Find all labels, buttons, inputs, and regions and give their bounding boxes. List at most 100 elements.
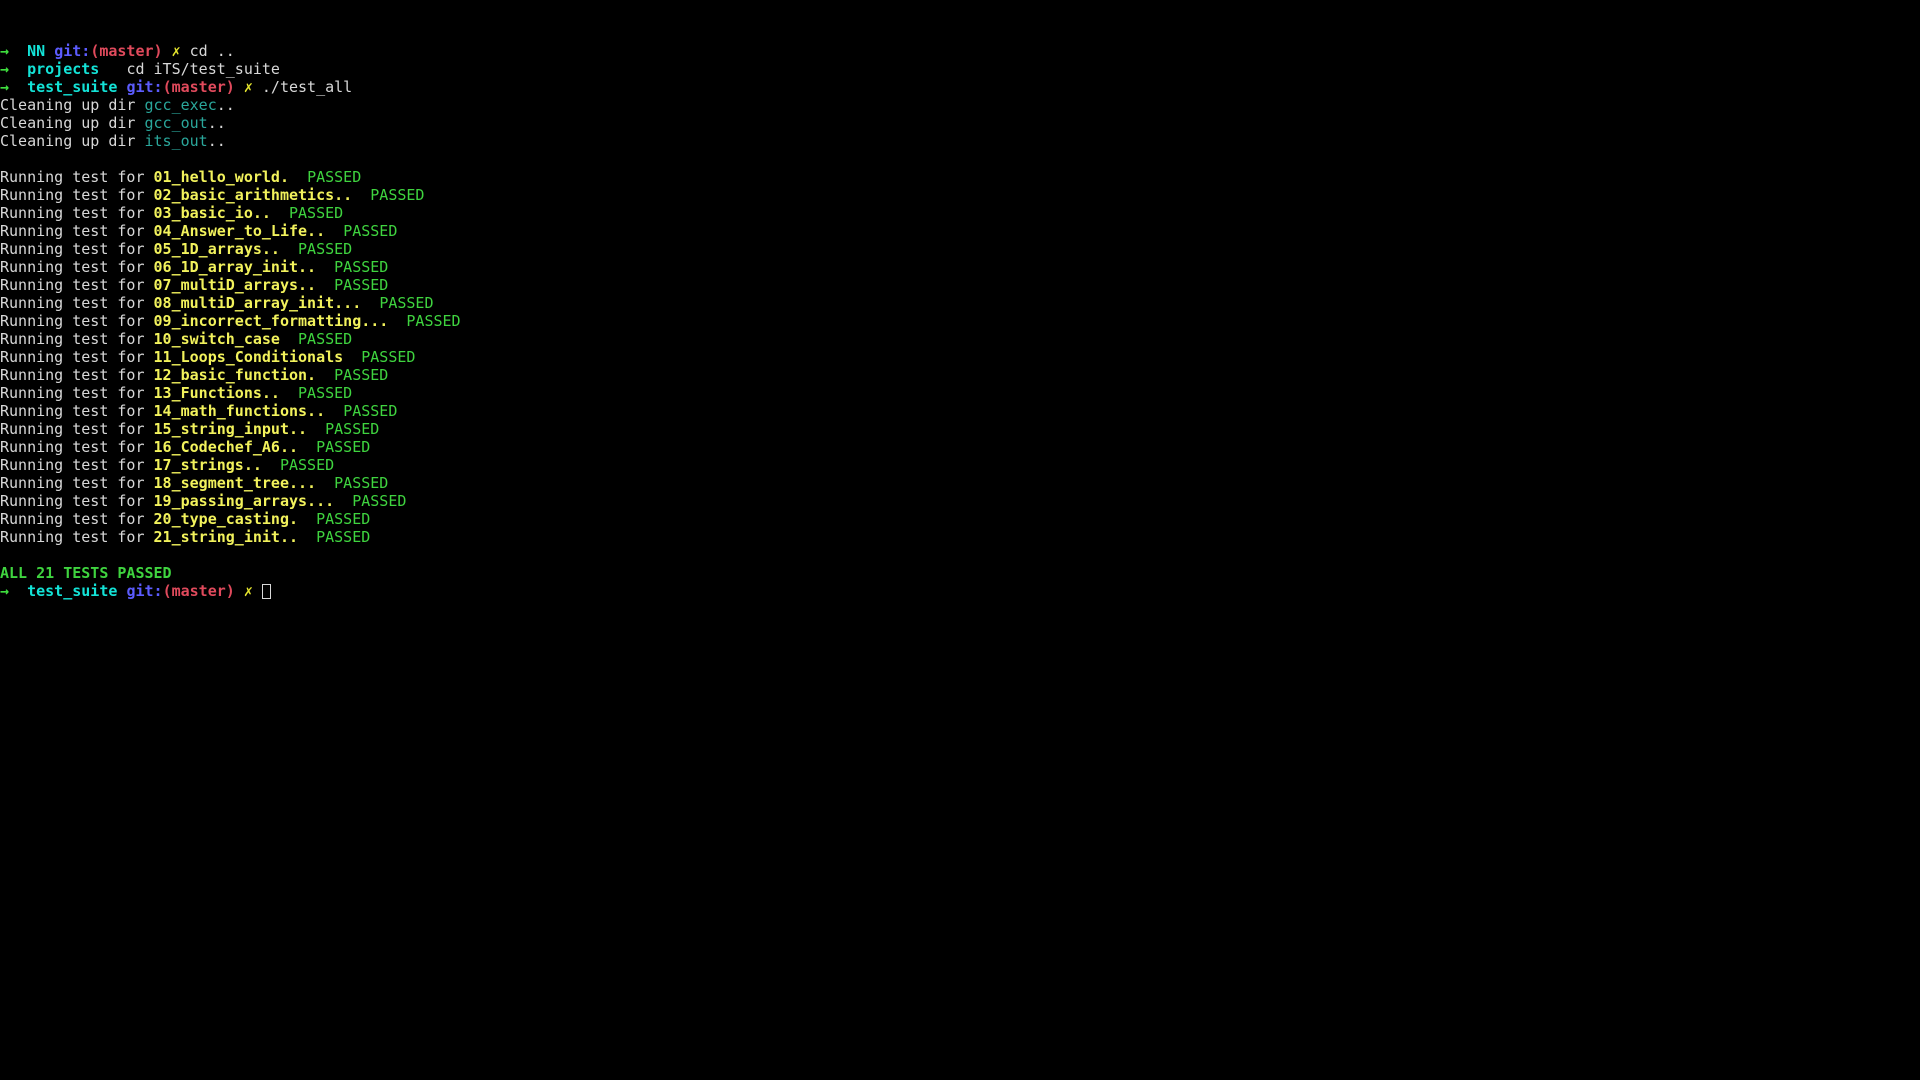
- test-name: 06_1D_array_init..: [153, 258, 317, 276]
- test-name: 08_multiD_array_init...: [153, 294, 362, 312]
- prompt-directory: NN: [27, 42, 46, 60]
- test-run-prefix: Running test for: [0, 366, 154, 384]
- test-status-badge: PASSED: [343, 402, 398, 420]
- terminal-output: → NN git:(master) ✗ cd .. → projects cd i…: [0, 42, 1920, 600]
- test-name: 03_basic_io..: [153, 204, 271, 222]
- cleanup-line: Cleaning up dir gcc_out..: [0, 114, 1920, 132]
- test-status-badge: PASSED: [406, 312, 461, 330]
- test-run-prefix: Running test for: [0, 528, 154, 546]
- test-status-badge: PASSED: [334, 366, 389, 384]
- test-name: 02_basic_arithmetics..: [153, 186, 353, 204]
- test-gap: [289, 168, 307, 186]
- test-name: 11_Loops_Conditionals: [153, 348, 344, 366]
- test-status-badge: PASSED: [343, 222, 398, 240]
- summary-text: ALL 21 TESTS PASSED: [0, 564, 172, 582]
- test-name: 13_Functions..: [153, 384, 280, 402]
- test-status-badge: PASSED: [334, 258, 389, 276]
- test-run-prefix: Running test for: [0, 240, 154, 258]
- test-gap: [343, 348, 361, 366]
- test-run-prefix: Running test for: [0, 402, 154, 420]
- test-gap: [361, 294, 379, 312]
- cleanup-suffix: ..: [207, 132, 226, 150]
- test-name: 05_1D_arrays..: [153, 240, 280, 258]
- test-result-row: Running test for 20_type_casting. PASSED: [0, 510, 1920, 528]
- test-status-badge: PASSED: [279, 456, 335, 474]
- test-run-prefix: Running test for: [0, 348, 154, 366]
- test-result-row: Running test for 05_1D_arrays.. PASSED: [0, 240, 1920, 258]
- test-result-row: Running test for 15_string_input.. PASSE…: [0, 420, 1920, 438]
- test-result-row: Running test for 09_incorrect_formatting…: [0, 312, 1920, 330]
- test-run-prefix: Running test for: [0, 312, 154, 330]
- test-result-row: Running test for 21_string_init.. PASSED: [0, 528, 1920, 546]
- prompt-arrow-icon: →: [0, 42, 10, 60]
- test-run-prefix: Running test for: [0, 384, 154, 402]
- test-gap: [316, 276, 334, 294]
- test-run-prefix: Running test for: [0, 204, 154, 222]
- test-name: 16_Codechef_A6..: [153, 438, 299, 456]
- test-result-row: Running test for 03_basic_io.. PASSED: [0, 204, 1920, 222]
- cleanup-prefix: Cleaning up dir: [0, 96, 145, 114]
- test-run-prefix: Running test for: [0, 492, 154, 510]
- cleanup-line: Cleaning up dir its_out..: [0, 132, 1920, 150]
- prompt-git-branch: (master): [90, 42, 163, 60]
- prompt-git-branch: (master): [162, 582, 235, 600]
- test-gap: [352, 186, 370, 204]
- command-text: cd iTS/test_suite: [126, 60, 280, 78]
- prompt-arrow-icon: →: [0, 582, 10, 600]
- cleanup-line: Cleaning up dir gcc_exec..: [0, 96, 1920, 114]
- terminal-window[interactable]: → NN git:(master) ✗ cd .. → projects cd i…: [0, 0, 1920, 1080]
- test-gap: [316, 366, 334, 384]
- prompt-arrow-icon: →: [0, 78, 10, 96]
- test-gap: [262, 456, 280, 474]
- prompt-git-keyword: git:: [54, 42, 91, 60]
- test-run-prefix: Running test for: [0, 258, 154, 276]
- test-gap: [325, 402, 343, 420]
- cleanup-prefix: Cleaning up dir: [0, 114, 145, 132]
- cleanup-suffix: ..: [207, 114, 226, 132]
- test-gap: [316, 258, 334, 276]
- cleanup-directory: gcc_out: [144, 114, 208, 132]
- test-gap: [298, 528, 316, 546]
- test-name: 19_passing_arrays...: [153, 492, 335, 510]
- prompt-line-0: → NN git:(master) ✗ cd ..: [0, 42, 1920, 60]
- test-status-badge: PASSED: [298, 384, 353, 402]
- test-status-badge: PASSED: [316, 438, 371, 456]
- test-name: 04_Answer_to_Life..: [153, 222, 326, 240]
- test-gap: [325, 222, 343, 240]
- test-result-row: Running test for 19_passing_arrays... PA…: [0, 492, 1920, 510]
- summary-line: ALL 21 TESTS PASSED: [0, 564, 1920, 582]
- test-result-row: Running test for 06_1D_array_init.. PASS…: [0, 258, 1920, 276]
- cleanup-directory: gcc_exec: [144, 96, 217, 114]
- terminal-cursor[interactable]: [261, 584, 271, 599]
- test-status-badge: PASSED: [298, 330, 353, 348]
- prompt-directory: test_suite: [27, 78, 118, 96]
- test-run-prefix: Running test for: [0, 222, 154, 240]
- test-gap: [298, 438, 316, 456]
- test-status-badge: PASSED: [307, 168, 362, 186]
- test-run-prefix: Running test for: [0, 276, 154, 294]
- test-run-prefix: Running test for: [0, 420, 154, 438]
- test-run-prefix: Running test for: [0, 438, 154, 456]
- test-run-prefix: Running test for: [0, 168, 154, 186]
- test-run-prefix: Running test for: [0, 330, 154, 348]
- test-gap: [316, 474, 334, 492]
- test-name: 14_math_functions..: [153, 402, 326, 420]
- prompt-git-keyword: git:: [126, 582, 163, 600]
- test-gap: [271, 204, 289, 222]
- prompt-dirty-icon: ✗: [243, 582, 253, 600]
- test-result-row: Running test for 10_switch_case PASSED: [0, 330, 1920, 348]
- test-result-row: Running test for 18_segment_tree... PASS…: [0, 474, 1920, 492]
- test-status-badge: PASSED: [334, 474, 389, 492]
- cleanup-prefix: Cleaning up dir: [0, 132, 145, 150]
- test-status-badge: PASSED: [370, 186, 425, 204]
